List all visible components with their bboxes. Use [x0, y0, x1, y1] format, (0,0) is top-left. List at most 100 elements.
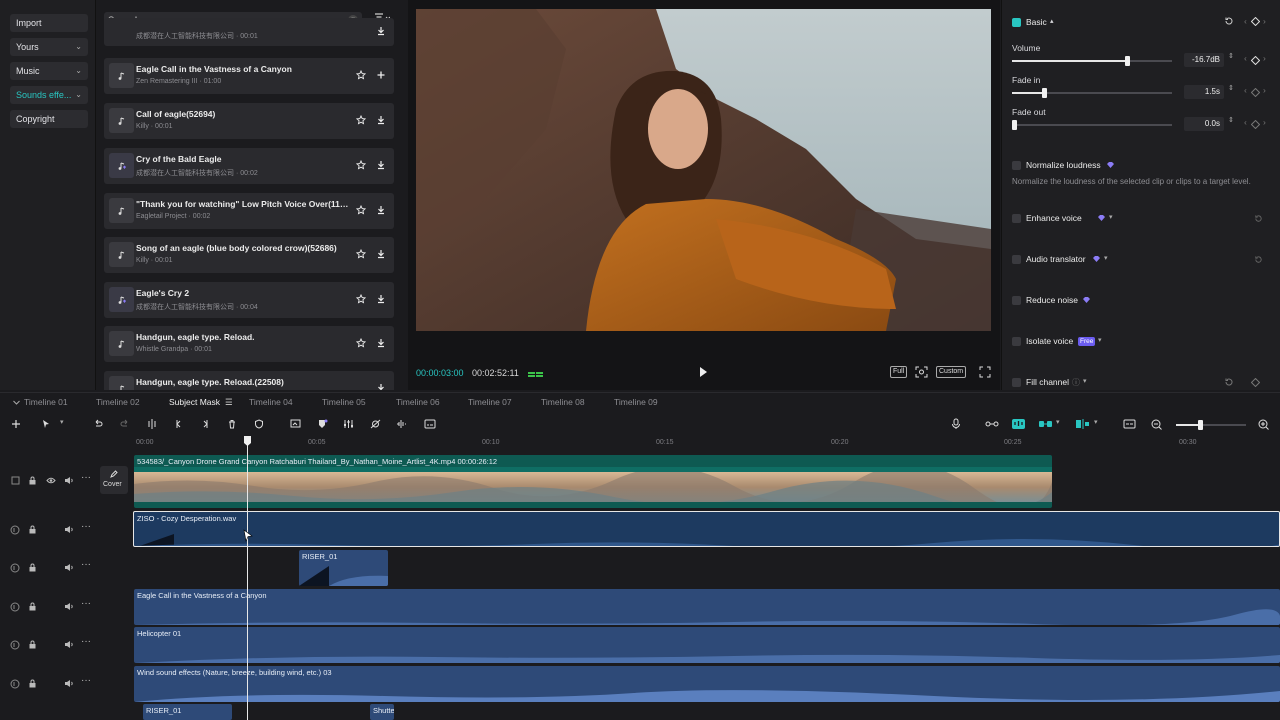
playhead-handle-icon[interactable] — [243, 436, 252, 447]
zoom-slider-knob[interactable] — [1198, 420, 1203, 430]
audio-translator-checkbox[interactable] — [1012, 255, 1021, 264]
speaker-icon[interactable] — [64, 563, 74, 572]
add-icon[interactable] — [376, 70, 386, 80]
fade-out-slider[interactable] — [1012, 120, 1172, 130]
speaker-icon[interactable] — [64, 476, 74, 485]
snapshot-icon[interactable] — [915, 366, 928, 378]
adjust-icon[interactable] — [343, 419, 354, 429]
download-icon[interactable] — [376, 205, 386, 215]
lock-icon[interactable] — [28, 640, 37, 649]
fill-channel-checkbox[interactable] — [1012, 378, 1021, 387]
fade-in-slider[interactable] — [1012, 88, 1172, 98]
audio-clip[interactable]: RISER_01 — [299, 550, 388, 586]
tab-timeline-08[interactable]: Timeline 08 — [541, 397, 585, 407]
chevron-down-icon[interactable]: ▾ — [1094, 418, 1098, 426]
split-icon[interactable] — [147, 419, 157, 429]
menu-icon[interactable]: ☰ — [225, 397, 233, 408]
undo-icon[interactable] — [93, 419, 103, 429]
freeze-frame-icon[interactable] — [290, 419, 302, 429]
tab-timeline-02[interactable]: Timeline 02 — [96, 397, 140, 407]
favorite-star-icon[interactable] — [356, 115, 366, 125]
cover-button[interactable]: Cover — [100, 466, 128, 494]
video-preview[interactable] — [416, 9, 991, 331]
sound-item[interactable]: 成都潜在人工智能科技有限公司 · 00:01 — [104, 18, 394, 46]
play-icon[interactable] — [698, 366, 708, 378]
fade-out-value-field[interactable]: 0.0s — [1184, 117, 1224, 131]
normalize-checkbox[interactable] — [1012, 161, 1021, 170]
shield-icon[interactable] — [254, 419, 264, 429]
stepper-icon[interactable]: ⇕ — [1228, 84, 1234, 92]
lock-icon[interactable] — [28, 679, 37, 688]
audio-clip[interactable]: RISER_01 — [143, 704, 232, 720]
select-cursor-icon[interactable] — [41, 419, 51, 429]
more-options-icon[interactable]: ··· — [81, 472, 91, 483]
enhance-voice-checkbox[interactable] — [1012, 214, 1021, 223]
nav-copyright[interactable]: Copyright — [10, 110, 88, 128]
chevron-down-icon[interactable]: ▾ — [60, 418, 64, 426]
speaker-icon[interactable] — [64, 679, 74, 688]
reduce-noise-checkbox[interactable] — [1012, 296, 1021, 305]
download-icon[interactable] — [376, 249, 386, 259]
download-icon[interactable] — [376, 26, 386, 36]
speaker-icon[interactable] — [64, 525, 74, 534]
magnet-snap-icon[interactable] — [1011, 418, 1026, 430]
sound-item[interactable]: "Thank you for watching" Low Pitch Voice… — [104, 193, 394, 229]
reset-icon[interactable] — [1224, 16, 1234, 26]
chevron-down-icon[interactable]: ▾ — [1109, 213, 1113, 221]
more-options-icon[interactable]: ··· — [81, 521, 91, 532]
nav-import[interactable]: Import — [10, 14, 88, 32]
download-icon[interactable] — [376, 115, 386, 125]
chevron-down-icon[interactable]: ▾ — [1056, 418, 1060, 426]
preview-axis-icon[interactable] — [1075, 418, 1090, 430]
eye-icon[interactable] — [46, 476, 56, 485]
lock-icon[interactable] — [28, 563, 37, 572]
prev-keyframe-icon[interactable]: ‹ — [1244, 53, 1247, 63]
tab-timeline-05[interactable]: Timeline 05 — [322, 397, 366, 407]
chevron-up-icon[interactable]: ▴ — [1050, 17, 1054, 25]
download-icon[interactable] — [376, 338, 386, 348]
playhead[interactable] — [244, 436, 251, 720]
more-options-icon[interactable]: ··· — [81, 559, 91, 570]
sound-item[interactable]: Song of an eagle (blue body colored crow… — [104, 237, 394, 273]
download-icon[interactable] — [376, 294, 386, 304]
tab-timeline-07[interactable]: Timeline 07 — [468, 397, 512, 407]
trim-right-icon[interactable] — [200, 419, 210, 429]
fade-in-value-field[interactable]: 1.5s — [1184, 85, 1224, 99]
prev-keyframe-icon[interactable]: ‹ — [1244, 117, 1247, 127]
reset-icon[interactable] — [1224, 377, 1234, 387]
favorite-star-icon[interactable] — [356, 205, 366, 215]
mask-icon[interactable] — [317, 419, 329, 429]
chevron-down-icon[interactable]: ▾ — [1104, 254, 1108, 262]
next-keyframe-icon[interactable]: › — [1263, 53, 1266, 63]
add-track-icon[interactable] — [11, 419, 21, 429]
favorite-star-icon[interactable] — [356, 160, 366, 170]
keyframe-diamond-icon[interactable] — [1251, 56, 1260, 65]
tab-timeline-09[interactable]: Timeline 09 — [614, 397, 658, 407]
time-ruler[interactable]: 00:00 00:05 00:10 00:15 00:20 00:25 00:3… — [134, 436, 1280, 450]
next-keyframe-icon[interactable]: › — [1263, 85, 1266, 95]
tab-timeline-04[interactable]: Timeline 04 — [249, 397, 293, 407]
prev-keyframe-icon[interactable]: ‹ — [1244, 16, 1247, 26]
stepper-icon[interactable]: ⇕ — [1228, 116, 1234, 124]
sound-item[interactable]: Handgun, eagle type. Reload.(22508) — [104, 371, 394, 390]
nav-music[interactable]: Music ⌄ — [10, 62, 88, 80]
chevron-down-icon[interactable]: ▾ — [1083, 377, 1087, 385]
speaker-icon[interactable] — [64, 640, 74, 649]
linkage-icon[interactable] — [1038, 418, 1053, 430]
sound-item[interactable]: Eagle Call in the Vastness of a Canyon Z… — [104, 58, 394, 94]
audio-clip[interactable]: Shutte — [370, 704, 394, 720]
more-options-icon[interactable]: ··· — [81, 675, 91, 686]
sound-item[interactable]: Handgun, eagle type. Reload. Whistle Gra… — [104, 326, 394, 362]
volume-slider[interactable] — [1012, 56, 1172, 66]
audio-clip[interactable]: Helicopter 01 — [134, 627, 1280, 663]
zoom-in-icon[interactable] — [1258, 419, 1269, 430]
lock-icon[interactable] — [28, 525, 37, 534]
speaker-icon[interactable] — [64, 602, 74, 611]
subtitle-icon[interactable] — [424, 419, 436, 429]
isolate-voice-checkbox[interactable] — [1012, 337, 1021, 346]
keyframe-diamond-icon[interactable] — [1251, 17, 1260, 26]
favorite-star-icon[interactable] — [356, 338, 366, 348]
sound-item[interactable]: Eagle's Cry 2 成都潜在人工智能科技有限公司 · 00:04 — [104, 282, 394, 318]
chevron-down-icon[interactable] — [12, 398, 21, 407]
audio-clip-selected[interactable]: ZISO - Cozy Desperation.wav — [133, 511, 1280, 547]
